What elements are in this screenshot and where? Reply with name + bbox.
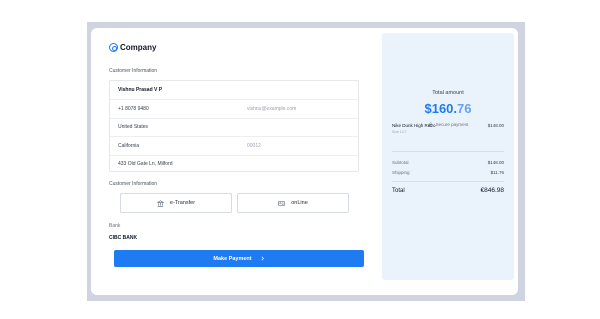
- item-price: $148.00: [487, 123, 504, 128]
- id-card-icon: [278, 200, 285, 206]
- payment-option-etransfer[interactable]: e-Transfer: [120, 193, 232, 213]
- total-amount-decimal: 76: [457, 101, 472, 116]
- item-name: Nike Dunk High Retro: [392, 123, 436, 128]
- customer-country: United States: [118, 124, 149, 131]
- make-payment-button[interactable]: Make Payment: [114, 250, 364, 267]
- total-amount: $160.76: [382, 100, 514, 118]
- bank-value[interactable]: CIBC BANK: [109, 235, 137, 241]
- customer-email: vishnu@example.com: [247, 106, 297, 113]
- item-size: Size 12.7: [392, 130, 407, 134]
- customer-info-table: Vishnu Prasad V P +1 8078 9480 vishnu@ex…: [109, 80, 359, 172]
- chevron-right-icon: [261, 256, 264, 261]
- bank-label: Bank: [109, 223, 121, 229]
- table-row: +1 8078 9480 vishnu@example.com: [110, 99, 358, 117]
- at-sign-icon: [109, 43, 118, 52]
- shipping-label: Shipping: [392, 170, 410, 175]
- payment-option-label: onLine: [291, 200, 308, 206]
- payment-option-label: e-Transfer: [169, 200, 196, 206]
- customer-info-label: Customer Information: [109, 68, 158, 74]
- customer-state: California: [118, 142, 140, 149]
- order-summary-panel: Total amount $160.76 Secure payment: [382, 33, 514, 280]
- customer-address: 433 Old Gate Ln, Milford: [118, 161, 173, 168]
- payment-info-label: Customer Information: [109, 181, 158, 187]
- grand-total-value: €846.98: [480, 187, 505, 194]
- secure-payment-text: Secure payment: [435, 122, 469, 127]
- subtotal-value: $148.00: [487, 160, 504, 165]
- table-row: California 00012: [110, 136, 358, 154]
- payment-option-online[interactable]: onLine: [237, 193, 349, 213]
- total-amount-main: $160.: [424, 101, 458, 116]
- total-amount-label: Total amount: [432, 90, 464, 96]
- subtotal-label: Subtotal: [392, 160, 409, 165]
- summary-divider: [392, 181, 504, 182]
- customer-zip: 00012: [247, 142, 261, 149]
- customer-phone: +1 8078 9480: [118, 106, 149, 113]
- brand-logo[interactable]: Company: [109, 43, 156, 52]
- table-row: 433 Old Gate Ln, Milford: [110, 154, 358, 173]
- table-row: Vishnu Prasad V P: [110, 81, 358, 99]
- brand-name: Company: [120, 43, 157, 52]
- customer-name: Vishnu Prasad V P: [118, 87, 163, 94]
- table-row: United States: [110, 117, 358, 136]
- bank-icon: [156, 199, 164, 207]
- grand-total-label: Total: [392, 188, 405, 194]
- make-payment-label: Make Payment: [213, 255, 252, 262]
- summary-divider: [392, 151, 504, 152]
- shipping-value: $11.76: [490, 170, 504, 175]
